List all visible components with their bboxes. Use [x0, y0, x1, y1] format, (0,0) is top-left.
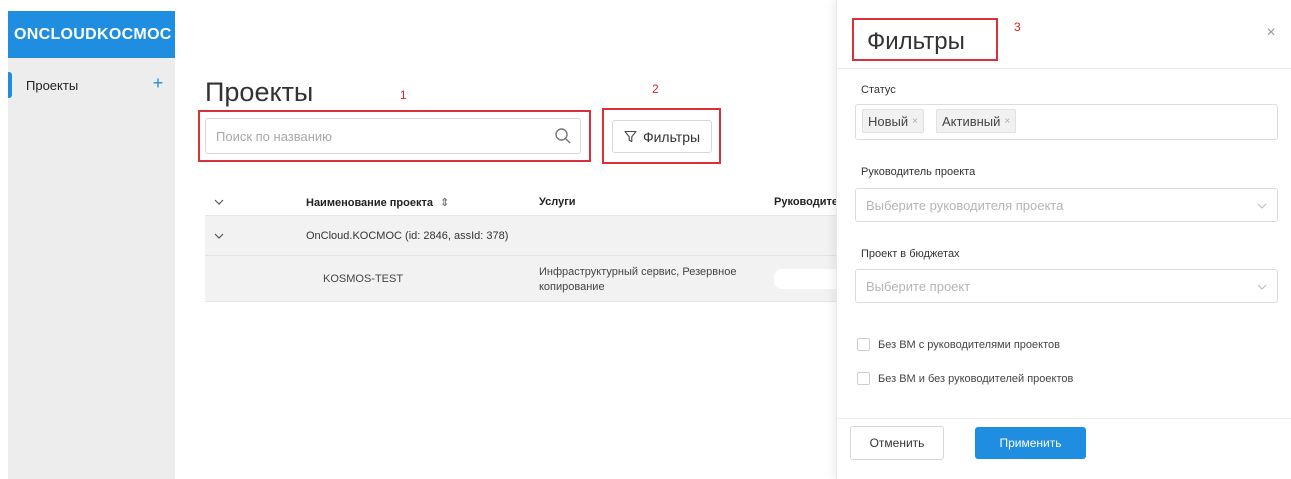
- table-row[interactable]: KOSMOS-TEST Инфраструктурный сервис, Рез…: [205, 256, 837, 302]
- check-without-vm-without-managers[interactable]: Без ВМ и без руководителей проектов: [857, 372, 1073, 385]
- remove-tag-icon[interactable]: ×: [1004, 116, 1010, 127]
- table-row[interactable]: OnCloud.KOCMOC (id: 2846, assId: 378): [205, 216, 837, 256]
- cancel-button[interactable]: Отменить: [850, 426, 944, 460]
- checkbox[interactable]: [857, 372, 870, 385]
- project-name: KOSMOS-TEST: [323, 273, 404, 285]
- manager-select[interactable]: Выберите руководителя проекта: [855, 188, 1278, 222]
- chevron-down-icon: [1257, 284, 1267, 290]
- sidebar-item-label: Проекты: [26, 77, 79, 93]
- filters-panel: Фильтры 3 × Статус Новый × Активный × Ру…: [836, 0, 1291, 479]
- budget-select-placeholder: Выберите проект: [866, 279, 971, 294]
- search-input[interactable]: [206, 119, 546, 153]
- budget-select[interactable]: Выберите проект: [855, 269, 1278, 303]
- column-header-manager: Руководите: [774, 196, 838, 208]
- annotation-1: 1: [400, 88, 407, 102]
- budget-label: Проект в бюджетах: [861, 248, 960, 260]
- table-header: Наименование проекта ⇕ Услуги Руководите: [205, 186, 838, 216]
- annotation-3: 3: [1014, 20, 1021, 34]
- column-header-name[interactable]: Наименование проекта ⇕: [306, 196, 449, 209]
- status-tag-new: Новый ×: [862, 109, 924, 133]
- apply-button[interactable]: Применить: [975, 427, 1086, 459]
- search-box: [205, 118, 581, 154]
- app-root: ONCLOUDKOCMOC Проекты + Проекты 1 2 Филь…: [0, 0, 1291, 479]
- active-indicator: [8, 72, 12, 98]
- check-without-vm-with-managers[interactable]: Без ВМ с руководителями проектов: [857, 338, 1060, 351]
- sidebar: ONCLOUDKOCMOC Проекты +: [8, 11, 175, 479]
- sort-icon[interactable]: ⇕: [440, 197, 449, 209]
- close-icon[interactable]: ×: [1263, 25, 1279, 41]
- collapse-chevron-icon[interactable]: [213, 230, 225, 242]
- logo-bar: ONCLOUDKOCMOC: [8, 11, 175, 58]
- checkbox[interactable]: [857, 338, 870, 351]
- projects-table: Наименование проекта ⇕ Услуги Руководите…: [205, 186, 838, 302]
- logo: ONCLOUDKOCMOC: [14, 25, 172, 43]
- manager-placeholder: [774, 269, 837, 289]
- page-title: Проекты: [205, 77, 314, 107]
- status-select[interactable]: Новый × Активный ×: [855, 104, 1278, 140]
- search-icon[interactable]: [554, 127, 572, 145]
- filters-button[interactable]: Фильтры: [612, 120, 712, 153]
- project-services: Инфраструктурный сервис, Резервное копир…: [539, 266, 737, 293]
- annotation-2: 2: [652, 82, 659, 96]
- panel-title: Фильтры: [867, 28, 965, 55]
- manager-select-placeholder: Выберите руководителя проекта: [866, 198, 1064, 213]
- column-header-services: Услуги: [539, 196, 576, 208]
- funnel-icon: [624, 130, 637, 143]
- panel-divider: [837, 68, 1291, 69]
- sidebar-item-projects[interactable]: Проекты +: [8, 70, 175, 100]
- group-name: OnCloud.KOCMOC (id: 2846, assId: 378): [306, 230, 509, 242]
- status-label: Статус: [861, 84, 896, 96]
- manager-label: Руководитель проекта: [861, 166, 976, 178]
- expand-all-chevron-icon[interactable]: [213, 196, 225, 208]
- main-content: Проекты 1 2 Фильтры Наименовани: [175, 0, 838, 479]
- filters-button-label: Фильтры: [642, 128, 701, 145]
- chevron-down-icon: [1257, 203, 1267, 209]
- remove-tag-icon[interactable]: ×: [912, 116, 918, 127]
- status-tag-active: Активный ×: [936, 109, 1017, 133]
- add-project-icon[interactable]: +: [148, 73, 168, 93]
- panel-divider: [837, 418, 1291, 419]
